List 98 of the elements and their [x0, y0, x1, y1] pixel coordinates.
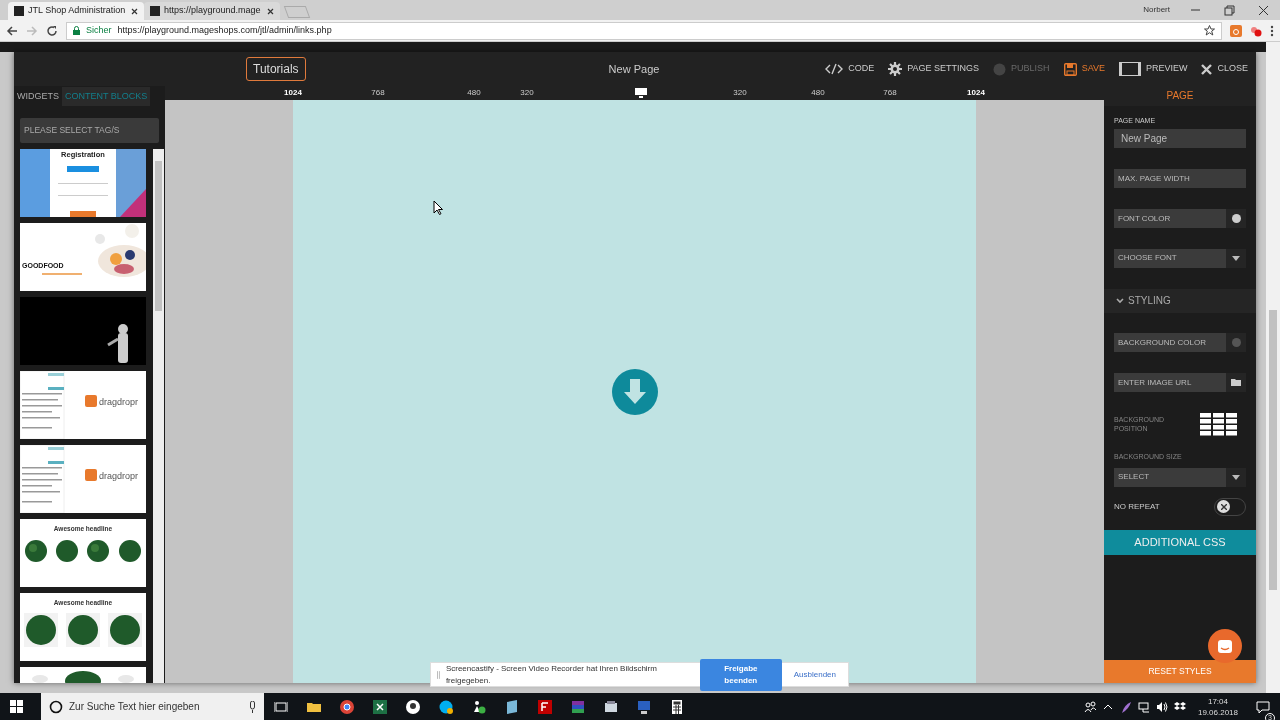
browse-button[interactable]	[1226, 372, 1246, 392]
notepad-icon[interactable]	[504, 699, 519, 714]
cursor-icon	[433, 200, 443, 215]
browser-icon[interactable]	[339, 699, 354, 714]
caret-down-icon	[1232, 255, 1240, 261]
color-field[interactable]: BACKGROUND COLOR	[1114, 332, 1226, 352]
network-icon[interactable]	[636, 699, 651, 714]
search-icon	[49, 699, 63, 714]
start-icon[interactable]	[10, 700, 23, 713]
action-center-icon[interactable]	[1256, 700, 1270, 714]
tag-select[interactable]: PLEASE SELECT TAG/S	[20, 118, 159, 143]
dropdown[interactable]: SELECT	[1114, 467, 1226, 487]
people-icon[interactable]	[1083, 700, 1096, 713]
tab-favicon-icon	[150, 6, 160, 16]
microphone-icon	[249, 700, 256, 713]
browser-tab[interactable]: https://playground.mage	[144, 2, 280, 20]
clock[interactable]: 17:04 19.06.2018	[1191, 694, 1244, 719]
monitor-icon[interactable]	[635, 88, 647, 98]
url-field[interactable]: ENTER IMAGE URL	[1114, 372, 1226, 392]
chat-icon	[1217, 638, 1233, 654]
star-icon[interactable]	[1204, 25, 1215, 36]
ruler-label: 480	[811, 87, 825, 99]
color-picker-button[interactable]	[1226, 208, 1246, 228]
chat-button[interactable]	[1208, 629, 1242, 663]
sidebar-tab[interactable]: WIDGETS	[14, 86, 62, 106]
toggle-switch[interactable]	[1214, 497, 1246, 516]
page-title: New Page	[607, 61, 661, 77]
lock-icon	[73, 26, 80, 35]
ftp-icon[interactable]	[537, 699, 552, 714]
additional-css-button[interactable]: ADDITIONAL CSS	[1104, 529, 1256, 555]
page-name-field[interactable]: New Page	[1114, 128, 1246, 148]
profile-name[interactable]: Norbert	[1143, 4, 1170, 16]
chevron-down-icon	[1116, 297, 1124, 304]
feather-icon[interactable]	[1119, 700, 1132, 713]
url-text: https://playground.mageshops.com/jtl/admin/links.php	[117, 23, 332, 37]
menu-icon[interactable]	[1270, 24, 1274, 37]
ruler-label: 768	[371, 87, 385, 99]
ruler-label: 320	[733, 87, 747, 99]
dropbox-icon[interactable]	[1173, 700, 1186, 713]
tab-favicon-icon	[14, 6, 24, 16]
restore-icon[interactable]	[1223, 4, 1235, 16]
scrollbar[interactable]	[153, 148, 164, 683]
ruler-label: 1024	[284, 87, 302, 99]
close-icon[interactable]	[1257, 4, 1269, 16]
close-button[interactable]: CLOSE	[1201, 62, 1248, 76]
code-icon	[825, 63, 844, 75]
extension-icon[interactable]	[1250, 24, 1262, 37]
save-icon	[1063, 62, 1077, 76]
download-icon	[611, 368, 658, 415]
chat-app-icon[interactable]	[438, 699, 453, 714]
color-field[interactable]: FONT COLOR	[1114, 208, 1226, 228]
ruler-label: 768	[883, 87, 897, 99]
close-icon[interactable]	[267, 7, 274, 15]
archive-icon[interactable]	[570, 699, 585, 714]
folder-icon	[1231, 378, 1241, 386]
calculator-icon[interactable]	[669, 699, 684, 714]
save-button[interactable]: SAVE	[1063, 62, 1105, 76]
close-icon	[1201, 63, 1213, 75]
tool-icon[interactable]	[603, 699, 618, 714]
field-label: NO REPEAT	[1114, 500, 1160, 513]
drag-handle-icon	[437, 670, 440, 679]
template-heading: dragdropr	[99, 395, 139, 409]
address-bar[interactable]: Sicher https://playground.mageshops.com/jtl/admin/links.php	[66, 21, 1222, 40]
close-icon[interactable]	[131, 7, 138, 15]
x-icon	[1220, 503, 1227, 510]
ruler-label: 320	[520, 87, 534, 99]
back-icon[interactable]	[6, 24, 18, 37]
volume-icon[interactable]	[1155, 700, 1168, 713]
security-label: Sicher	[86, 23, 112, 37]
network-icon[interactable]	[1137, 700, 1150, 713]
reload-icon[interactable]	[46, 24, 58, 37]
template-heading: dragdropr	[99, 469, 139, 483]
people-icon[interactable]	[471, 699, 486, 714]
hide-link[interactable]: Ausblenden	[787, 667, 842, 682]
position-grid-icon[interactable]	[1200, 412, 1238, 436]
text-field[interactable]: MAX. PAGE WIDTH	[1114, 168, 1246, 188]
extension-icon[interactable]	[1230, 24, 1242, 37]
screen-icon	[1118, 62, 1141, 76]
stop-sharing-button[interactable]: Freigabe beenden	[699, 658, 782, 691]
spreadsheet-icon[interactable]	[372, 699, 387, 714]
preview-button[interactable]: PREVIEW	[1118, 62, 1188, 76]
color-picker-button[interactable]	[1226, 332, 1246, 352]
section-header[interactable]: STYLING	[1104, 288, 1256, 313]
panel-title: PAGE	[1104, 86, 1256, 106]
code-button[interactable]: CODE	[825, 62, 875, 76]
task-view-icon[interactable]	[273, 699, 288, 714]
search-field[interactable]: Zur Suche Text hier eingeben	[41, 693, 264, 720]
webcam-icon[interactable]	[405, 699, 420, 714]
settings-button[interactable]: PAGE SETTINGS	[888, 62, 980, 76]
tutorials-button[interactable]: Tutorials	[246, 57, 306, 81]
notification-text: Screencastify - Screen Video Recorder hat Ihren Bildschirm freigegeben.	[445, 662, 658, 687]
ruler-label: 480	[467, 87, 481, 99]
caret-down-icon	[1232, 474, 1240, 480]
ruler-label: 1024	[967, 87, 985, 99]
browser-tab[interactable]: JTL Shop Administration	[8, 2, 144, 20]
dropdown[interactable]: CHOOSE FONT	[1114, 248, 1226, 268]
settings-icon	[888, 62, 903, 76]
scrollbar[interactable]	[1266, 42, 1280, 693]
